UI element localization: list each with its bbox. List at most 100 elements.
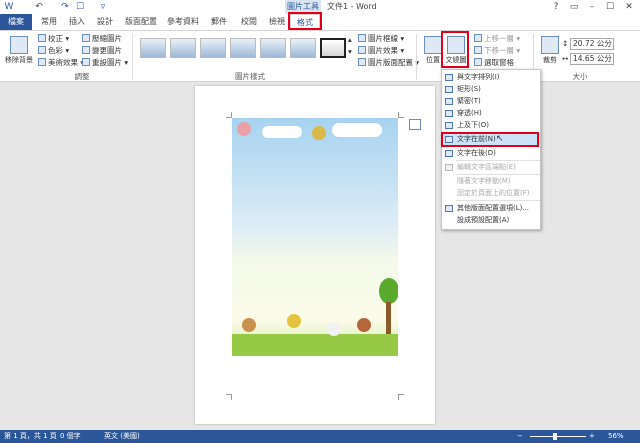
wrap-menu-item-in-front[interactable]: 文字在前(N) ↖: [442, 134, 540, 145]
word-count[interactable]: 0 個字: [60, 430, 81, 443]
wrap-text-menu: 與文字排列(I) 矩形(S) 緊密(T) 穿透(H) 上及下(O) 文字在前(N…: [441, 69, 541, 230]
cloud-shape: [332, 123, 382, 137]
tree-shape: [379, 278, 398, 304]
help-icon[interactable]: ?: [548, 1, 564, 13]
selection-pane-icon: [474, 58, 482, 66]
tab-file[interactable]: 檔案: [0, 14, 32, 30]
styles-scroll-down-icon[interactable]: ▾: [348, 47, 352, 57]
picture-style-2[interactable]: [170, 38, 196, 58]
picture-style-3[interactable]: [200, 38, 226, 58]
picture-style-5[interactable]: [260, 38, 286, 58]
ribbon-tabs: 檔案 常用 插入 設計 版面配置 參考資料 郵件 校閱 檢視 格式: [0, 14, 640, 30]
wrap-menu-item[interactable]: 設成預設配置(A): [442, 215, 540, 226]
remove-background-icon: [10, 36, 28, 54]
document-canvas[interactable]: [0, 82, 640, 430]
picture-effects-button[interactable]: 圖片效果 ▾: [358, 46, 404, 56]
adjust-group-label: 調整: [74, 72, 90, 81]
width-input[interactable]: 14.65 公分: [570, 53, 614, 65]
undo-icon[interactable]: ↶: [34, 2, 44, 12]
more-layout-icon: [445, 205, 453, 212]
behind-text-icon: [445, 150, 453, 157]
remove-background-label: 移除背景: [5, 56, 33, 64]
tab-mailings[interactable]: 郵件: [206, 14, 232, 30]
menu-divider: [456, 160, 540, 161]
maximize-button[interactable]: ☐: [602, 1, 618, 13]
bring-forward-button[interactable]: 上移一層 ▾: [474, 34, 520, 44]
wrap-menu-item[interactable]: 穿透(H): [442, 108, 540, 119]
group-separator: [416, 34, 417, 80]
heart-icon: [237, 122, 251, 136]
brush-icon: [38, 58, 46, 66]
document-page[interactable]: [195, 86, 435, 424]
wrap-menu-item[interactable]: 矩形(S): [442, 84, 540, 95]
zoom-out-icon[interactable]: −: [517, 430, 523, 443]
compress-pictures-button[interactable]: 壓縮圖片: [82, 34, 122, 44]
wrap-menu-item[interactable]: 上及下(O): [442, 120, 540, 131]
artistic-effects-button[interactable]: 美術效果 ▾: [38, 58, 84, 68]
crop-label: 裁剪: [543, 56, 557, 64]
position-icon: [424, 36, 442, 54]
zoom-level[interactable]: 56%: [608, 430, 624, 443]
styles-scroll-up-icon[interactable]: ▴: [348, 35, 352, 45]
corrections-button[interactable]: 校正 ▾: [38, 34, 69, 44]
tab-insert[interactable]: 插入: [64, 14, 90, 30]
wrap-text-button[interactable]: 文繞圖: [443, 34, 469, 72]
change-picture-button[interactable]: 變更圖片: [82, 46, 122, 56]
picture-tools-context-label: 圖片工具: [285, 0, 321, 14]
picture-style-6[interactable]: [290, 38, 316, 58]
tab-references[interactable]: 參考資料: [164, 14, 202, 30]
inline-icon: [445, 74, 453, 81]
menu-divider: [456, 174, 540, 175]
picture-layout-button[interactable]: 圖片版面配置 ▾: [358, 58, 419, 68]
picture-style-4[interactable]: [230, 38, 256, 58]
status-bar: 第 1 頁，共 1 頁 0 個字 英文 (美國) − + 56%: [0, 430, 640, 443]
color-button[interactable]: 色彩 ▾: [38, 46, 69, 56]
background-picture[interactable]: [232, 118, 398, 356]
tab-view[interactable]: 檢視: [264, 14, 290, 30]
send-backward-button[interactable]: 下移一層 ▾: [474, 46, 520, 56]
zoom-slider[interactable]: [530, 436, 586, 437]
cartoon-kid: [242, 318, 256, 332]
picture-style-1[interactable]: [140, 38, 166, 58]
picture-styles-group-label: 圖片樣式: [235, 72, 265, 81]
redo-icon[interactable]: ↷: [60, 2, 70, 12]
picture-border-button[interactable]: 圖片框線 ▾: [358, 34, 404, 44]
tab-layout[interactable]: 版面配置: [122, 14, 160, 30]
zoom-in-icon[interactable]: +: [589, 430, 595, 443]
wrap-menu-item[interactable]: 緊密(T): [442, 96, 540, 107]
wrap-menu-item[interactable]: 與文字排列(I): [442, 72, 540, 83]
top-bottom-icon: [445, 122, 453, 129]
tab-home[interactable]: 常用: [36, 14, 62, 30]
language-indicator[interactable]: 英文 (美國): [104, 430, 140, 443]
grass-shape: [232, 334, 398, 356]
edit-points-icon: [445, 164, 453, 171]
tab-design[interactable]: 設計: [92, 14, 118, 30]
reset-icon: [82, 58, 90, 66]
crop-button[interactable]: 裁剪: [537, 34, 563, 72]
selection-pane-button[interactable]: 選取窗格: [474, 58, 514, 68]
customize-toolbar-icon[interactable]: ▿: [98, 2, 108, 12]
height-icon: ↕: [562, 39, 569, 48]
close-button[interactable]: ✕: [621, 1, 637, 13]
width-icon: ↔: [562, 54, 569, 63]
wrap-menu-item[interactable]: 文字在後(D): [442, 148, 540, 159]
ribbon: 移除背景 校正 ▾ 色彩 ▾ 美術效果 ▾ 壓縮圖片 變更圖片 重設圖片 ▾ 調…: [0, 30, 640, 82]
reset-picture-button[interactable]: 重設圖片 ▾: [82, 58, 128, 68]
zoom-slider-thumb[interactable]: [553, 433, 557, 440]
size-group-label: 大小: [572, 72, 588, 81]
height-input[interactable]: 20.72 公分: [570, 38, 614, 50]
bring-forward-icon: [474, 34, 482, 42]
cloud-shape: [262, 126, 302, 138]
tab-review[interactable]: 校閱: [236, 14, 262, 30]
wrap-menu-item[interactable]: 其他版面配置選項(L)...: [442, 203, 540, 214]
new-doc-icon[interactable]: ☐: [75, 2, 85, 12]
tab-format[interactable]: 格式: [290, 14, 320, 30]
layout-icon: [358, 58, 366, 66]
ribbon-display-icon[interactable]: ▭: [566, 1, 582, 13]
compress-icon: [82, 34, 90, 42]
layout-options-icon[interactable]: [409, 119, 421, 130]
page-count[interactable]: 第 1 頁，共 1 頁: [4, 430, 57, 443]
picture-style-7[interactable]: [320, 38, 346, 58]
minimize-button[interactable]: –: [584, 1, 600, 13]
remove-background-button[interactable]: 移除背景: [4, 34, 34, 72]
